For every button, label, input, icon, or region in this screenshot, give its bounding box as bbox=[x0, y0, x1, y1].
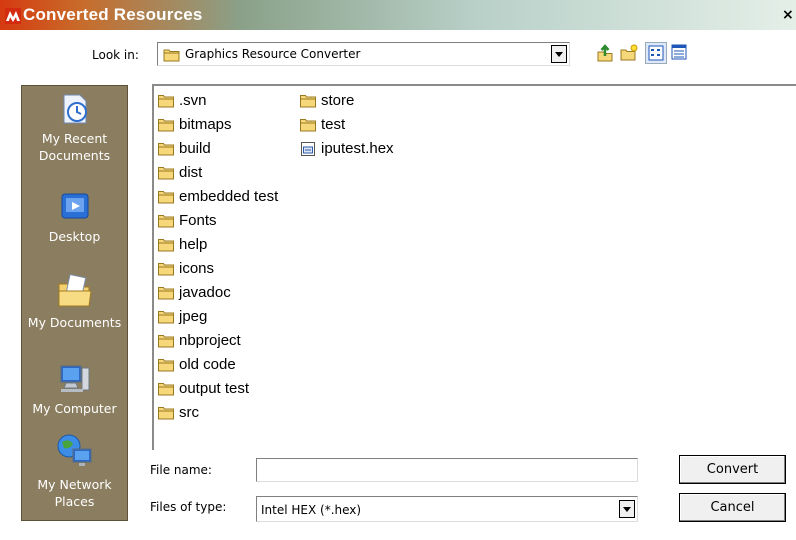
network-places-icon bbox=[57, 434, 91, 466]
item-name: help bbox=[179, 236, 208, 253]
item-name: src bbox=[179, 404, 199, 421]
places-bar: My Recent Documents Desktop My Documents… bbox=[21, 85, 128, 521]
place-my-network-places[interactable]: My Network Places bbox=[22, 432, 127, 510]
item-name: bitmaps bbox=[179, 116, 232, 133]
my-computer-icon bbox=[60, 365, 89, 392]
item-name: javadoc bbox=[179, 284, 231, 301]
folder-icon bbox=[158, 359, 174, 372]
look-in-combo[interactable]: Graphics Resource Converter bbox=[157, 42, 570, 66]
item-name: test bbox=[321, 116, 346, 133]
look-in-label: Look in: bbox=[92, 48, 139, 62]
folder-icon bbox=[158, 383, 174, 396]
item-name: build bbox=[179, 140, 211, 157]
place-label: My Documents bbox=[27, 315, 122, 330]
cancel-button[interactable]: Cancel bbox=[679, 493, 786, 522]
item-name: .svn bbox=[179, 92, 207, 109]
look-in-dropdown-button[interactable] bbox=[551, 45, 567, 63]
title-bar: Converted Resources × bbox=[0, 0, 796, 30]
close-button[interactable]: × bbox=[782, 8, 794, 22]
folder-icon bbox=[158, 311, 174, 324]
place-label: My Network Places bbox=[37, 477, 112, 509]
file-name-label: File name: bbox=[150, 463, 212, 477]
item-name: dist bbox=[179, 164, 203, 181]
folder-icon bbox=[158, 167, 174, 180]
up-folder-button[interactable] bbox=[594, 42, 616, 64]
folder-icon bbox=[158, 143, 174, 156]
my-documents-icon bbox=[58, 273, 92, 307]
item-name: embedded test bbox=[179, 188, 279, 205]
folder-icon bbox=[158, 239, 174, 252]
item-name: nbproject bbox=[179, 332, 241, 349]
place-desktop[interactable]: Desktop bbox=[22, 190, 127, 245]
folder-icon bbox=[158, 191, 174, 204]
file-name-input[interactable] bbox=[256, 458, 638, 482]
convert-button[interactable]: Convert bbox=[679, 455, 786, 484]
file-type-dropdown-button[interactable] bbox=[619, 500, 635, 518]
folder-icon bbox=[158, 215, 174, 228]
place-label: My Computer bbox=[32, 401, 117, 416]
item-name: store bbox=[321, 92, 355, 109]
place-label: Desktop bbox=[48, 229, 101, 244]
folder-icon bbox=[158, 407, 174, 420]
folder-icon bbox=[300, 119, 316, 132]
folder-icon bbox=[158, 95, 174, 108]
file-type-label: Files of type: bbox=[150, 500, 227, 514]
new-folder-icon bbox=[620, 44, 638, 61]
folder-icon bbox=[163, 49, 180, 62]
item-name: iputest.hex bbox=[321, 140, 394, 157]
desktop-icon bbox=[61, 193, 88, 219]
list-view-button[interactable] bbox=[645, 42, 667, 64]
window-title: Converted Resources bbox=[23, 5, 203, 24]
item-name: Fonts bbox=[179, 212, 217, 229]
item-name: jpeg bbox=[179, 308, 208, 325]
folder-icon bbox=[158, 263, 174, 276]
place-my-recent-documents[interactable]: My Recent Documents bbox=[22, 92, 127, 164]
place-my-computer[interactable]: My Computer bbox=[22, 362, 127, 417]
details-view-button[interactable] bbox=[669, 42, 691, 64]
item-name: output test bbox=[179, 380, 250, 397]
file-type-combo[interactable]: Intel HEX (*.hex) bbox=[256, 496, 638, 522]
file-type-value: Intel HEX (*.hex) bbox=[261, 503, 362, 517]
app-logo-icon bbox=[5, 8, 21, 24]
item-name: old code bbox=[179, 356, 236, 373]
folder-icon bbox=[158, 119, 174, 132]
hex-file-icon bbox=[301, 142, 315, 156]
item-name: icons bbox=[179, 260, 215, 277]
recent-documents-icon bbox=[63, 94, 87, 124]
details-view-icon bbox=[671, 44, 687, 60]
place-label: My Recent Documents bbox=[38, 131, 111, 163]
look-in-value: Graphics Resource Converter bbox=[185, 47, 361, 61]
new-folder-button[interactable] bbox=[618, 42, 640, 64]
folder-icon bbox=[158, 335, 174, 348]
list-view-icon bbox=[648, 45, 664, 61]
folder-icon bbox=[158, 287, 174, 300]
folder-icon bbox=[300, 95, 316, 108]
up-folder-icon bbox=[597, 44, 613, 62]
place-my-documents[interactable]: My Documents bbox=[22, 272, 127, 331]
file-list[interactable]: .svn bitmaps build dist embedded test Fonts he… bbox=[152, 84, 796, 450]
